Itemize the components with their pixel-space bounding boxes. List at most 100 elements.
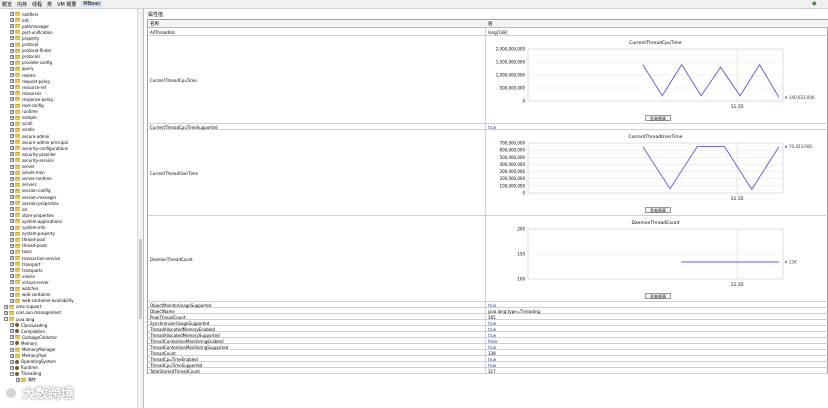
expand-icon[interactable]: + bbox=[10, 262, 14, 267]
tree-item[interactable]: + OperatingSystem bbox=[10, 359, 56, 365]
tree-item[interactable]: + resources bbox=[10, 90, 41, 96]
expand-icon[interactable]: + bbox=[10, 237, 14, 242]
expand-icon[interactable]: + bbox=[10, 30, 14, 35]
tree-item[interactable]: + store-properties bbox=[10, 212, 54, 218]
expand-icon[interactable]: + bbox=[10, 176, 14, 181]
expand-icon[interactable]: + bbox=[10, 231, 14, 236]
expand-icon[interactable]: + bbox=[10, 140, 14, 145]
tree-item[interactable]: + protocol bbox=[10, 42, 38, 48]
tree-item[interactable]: + secure-admin-principal bbox=[10, 139, 68, 145]
tree-item[interactable]: + protocol-finder bbox=[10, 48, 51, 54]
tree-item[interactable]: + valves bbox=[10, 273, 35, 279]
expand-icon[interactable]: + bbox=[4, 304, 8, 309]
collapse-icon[interactable]: − bbox=[4, 317, 8, 321]
attribute-value[interactable]: true bbox=[488, 125, 496, 130]
expand-icon[interactable]: + bbox=[10, 115, 14, 120]
attribute-value[interactable]: false bbox=[488, 339, 498, 344]
tree-item[interactable]: + server-mon bbox=[10, 170, 45, 176]
tree-item[interactable]: + amx-support bbox=[4, 304, 42, 310]
tree-scrollbar[interactable] bbox=[137, 9, 143, 408]
tree-item[interactable]: + web-container bbox=[10, 292, 51, 298]
expand-icon[interactable]: + bbox=[10, 353, 14, 358]
expand-icon[interactable]: + bbox=[10, 109, 14, 114]
expand-icon[interactable]: + bbox=[10, 18, 14, 23]
tree-item[interactable]: + session-properties bbox=[10, 200, 59, 206]
discard-chart-button[interactable]: 丢弃图表 bbox=[645, 115, 671, 121]
tree-item[interactable]: + server-runtime bbox=[10, 176, 52, 182]
tree-item[interactable]: + query bbox=[10, 66, 34, 72]
expand-icon[interactable]: + bbox=[10, 207, 14, 212]
tree-item[interactable]: + transaction-service bbox=[10, 255, 60, 261]
expand-icon[interactable]: + bbox=[10, 274, 14, 279]
tree-item[interactable]: + security-configurations bbox=[10, 145, 68, 151]
expand-icon[interactable]: + bbox=[10, 359, 14, 364]
tree-item[interactable]: + web-container-availability bbox=[10, 298, 74, 304]
table-row[interactable]: AllThreadIds long[138] bbox=[148, 28, 828, 36]
expand-icon[interactable]: + bbox=[10, 268, 14, 273]
attribute-value[interactable]: true bbox=[488, 333, 496, 338]
tree-item[interactable]: + tools bbox=[10, 249, 32, 255]
tree-item[interactable]: + session-manager bbox=[10, 194, 56, 200]
tree-item[interactable]: + pathmanager bbox=[10, 23, 49, 29]
tree-item[interactable]: + com.sun.management bbox=[4, 310, 61, 316]
tree-item[interactable]: + provider-config bbox=[10, 60, 52, 66]
expand-icon[interactable]: + bbox=[10, 365, 14, 370]
discard-chart-button[interactable]: 丢弃图表 bbox=[645, 293, 671, 299]
expand-icon[interactable]: + bbox=[10, 103, 14, 108]
expand-icon[interactable]: + bbox=[10, 60, 14, 65]
menu-overview[interactable]: 概览 bbox=[2, 1, 12, 8]
tree-item[interactable]: + Runtime bbox=[10, 365, 38, 371]
menu-vm-summary[interactable]: VM 概要 bbox=[57, 1, 76, 8]
tree-item[interactable]: + security-provider bbox=[10, 151, 56, 157]
expand-icon[interactable]: + bbox=[10, 256, 14, 260]
expand-icon[interactable]: + bbox=[10, 54, 14, 59]
expand-icon[interactable]: + bbox=[10, 24, 14, 29]
expand-icon[interactable]: + bbox=[10, 323, 14, 328]
collapse-icon[interactable]: − bbox=[10, 371, 14, 376]
tree-item[interactable]: + scroll bbox=[10, 121, 33, 127]
expand-icon[interactable]: + bbox=[10, 121, 14, 126]
tree-item[interactable]: + transport bbox=[10, 261, 40, 267]
expand-icon[interactable]: + bbox=[10, 243, 14, 248]
tree-item[interactable]: + response-policy bbox=[10, 96, 53, 102]
expand-icon[interactable]: + bbox=[10, 182, 14, 187]
expand-icon[interactable]: + bbox=[10, 127, 14, 132]
attribute-value[interactable]: true bbox=[488, 357, 496, 362]
tree-item[interactable]: + secure-admin bbox=[10, 133, 49, 139]
expand-icon[interactable]: + bbox=[10, 91, 14, 96]
tree-item[interactable]: + resource-ref bbox=[10, 84, 46, 90]
tree-item[interactable]: + thread-pools bbox=[10, 243, 47, 249]
expand-icon[interactable]: + bbox=[16, 378, 20, 382]
expand-icon[interactable]: + bbox=[10, 195, 14, 199]
tree-item[interactable]: + protocols bbox=[10, 54, 40, 60]
expand-icon[interactable]: + bbox=[10, 335, 14, 340]
menu-threads[interactable]: 线程 bbox=[32, 1, 42, 8]
table-row[interactable]: CurrentThreadCpuTime CurrentThreadCpuTime… bbox=[148, 36, 828, 124]
tree-item[interactable]: + notifiers bbox=[10, 11, 38, 17]
expand-icon[interactable]: + bbox=[10, 298, 14, 303]
tree-item[interactable]: + scrolls bbox=[10, 127, 35, 133]
attribute-value[interactable]: true bbox=[488, 321, 496, 326]
tree-item[interactable]: + transports bbox=[10, 267, 43, 273]
tree-item[interactable]: + server bbox=[10, 164, 35, 170]
expand-icon[interactable]: + bbox=[10, 286, 14, 291]
tree-item[interactable]: + watches bbox=[10, 286, 39, 292]
expand-icon[interactable]: + bbox=[10, 249, 14, 254]
expand-icon[interactable]: + bbox=[10, 152, 14, 157]
expand-icon[interactable]: + bbox=[10, 225, 14, 230]
tree-item[interactable]: + security-service bbox=[10, 157, 54, 163]
expand-icon[interactable]: + bbox=[10, 134, 14, 138]
expand-icon[interactable]: + bbox=[10, 42, 14, 47]
table-row[interactable]: CurrentThreadUserTime CurrentThreadUserTi… bbox=[148, 130, 828, 216]
scroll-thumb[interactable] bbox=[139, 239, 142, 319]
menu-classes[interactable]: 类 bbox=[47, 1, 52, 8]
expand-icon[interactable]: + bbox=[10, 97, 14, 102]
expand-icon[interactable]: + bbox=[10, 329, 14, 334]
tree-item[interactable]: + port-unification bbox=[10, 29, 53, 35]
expand-icon[interactable]: + bbox=[10, 341, 14, 346]
expand-icon[interactable]: + bbox=[10, 213, 14, 218]
attribute-value[interactable]: true bbox=[488, 363, 496, 368]
tree-item[interactable]: + ssl bbox=[10, 206, 27, 212]
menu-mbean[interactable]: MBean bbox=[81, 1, 103, 7]
expand-icon[interactable]: + bbox=[10, 48, 14, 53]
